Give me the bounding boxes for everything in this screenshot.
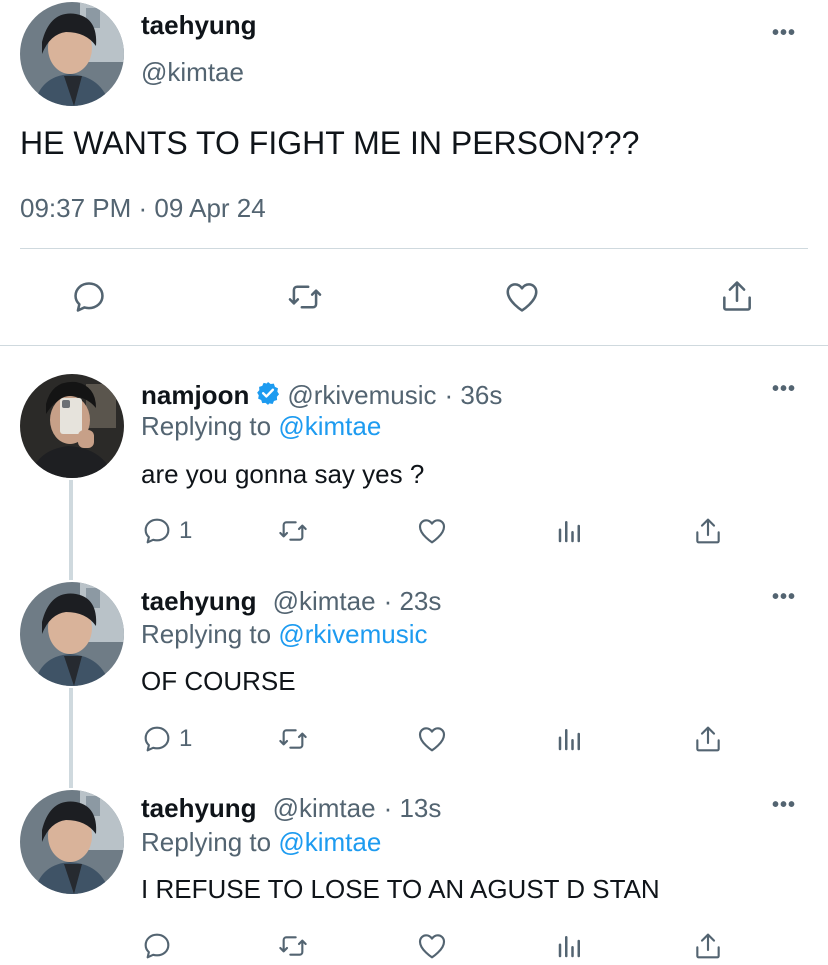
divider (20, 248, 808, 249)
replying-to-label: Replying to (141, 411, 272, 441)
heart-icon (418, 727, 446, 752)
replying-to-link[interactable]: @kimtae (278, 827, 381, 857)
retweet-button[interactable] (284, 278, 326, 316)
display-name[interactable]: namjoon (141, 380, 249, 411)
reply-button[interactable] (70, 278, 108, 316)
reply-button[interactable]: 1 (141, 723, 192, 755)
share-button[interactable] (692, 929, 724, 963)
avatar[interactable] (20, 2, 124, 106)
more-dots-icon[interactable]: ••• (772, 378, 796, 401)
retweet-button[interactable] (275, 723, 311, 755)
share-icon (696, 518, 720, 544)
heart-icon (418, 519, 446, 544)
replying-to-label: Replying to (141, 827, 272, 857)
share-button[interactable] (692, 514, 724, 548)
reply-time[interactable]: · 36s (445, 380, 503, 411)
retweet-icon (279, 521, 307, 541)
more-dots-icon[interactable]: ••• (772, 586, 796, 609)
retweet-icon (288, 285, 322, 309)
analytics-button[interactable] (555, 930, 585, 962)
reply-icon (144, 726, 170, 752)
retweet-icon (279, 729, 307, 749)
share-icon (696, 726, 720, 752)
display-name[interactable]: taehyung (141, 793, 257, 824)
retweet-icon (279, 936, 307, 956)
heart-icon (418, 934, 446, 959)
verified-badge-icon (255, 380, 281, 411)
reply-button[interactable]: 1 (141, 515, 192, 547)
reply-button[interactable] (141, 930, 173, 962)
analytics-icon (558, 936, 580, 958)
divider (0, 345, 828, 346)
retweet-button[interactable] (275, 930, 311, 962)
like-button[interactable] (501, 278, 543, 316)
more-dots-icon[interactable]: ••• (772, 22, 796, 45)
handle[interactable]: @kimtae (273, 586, 376, 617)
avatar[interactable] (20, 374, 124, 478)
share-button[interactable] (718, 276, 756, 316)
reply-icon (144, 933, 170, 959)
heart-icon (506, 283, 538, 312)
reply-text: OF COURSE (141, 666, 296, 696)
handle[interactable]: @rkivemusic (287, 380, 436, 411)
reply-text: I REFUSE TO LOSE TO AN AGUST D STAN (141, 874, 660, 904)
avatar[interactable] (20, 790, 124, 894)
analytics-button[interactable] (555, 515, 585, 547)
thread-line (69, 480, 73, 580)
tweet-timestamp[interactable]: 09:37 PM · 09 Apr 24 (20, 193, 266, 224)
analytics-icon (558, 729, 580, 751)
replying-to-link[interactable]: @kimtae (278, 411, 381, 441)
reply-count: 1 (179, 517, 193, 544)
reply-time[interactable]: · 13s (384, 793, 442, 824)
more-dots-icon[interactable]: ••• (772, 794, 796, 817)
reply-icon (144, 518, 170, 544)
share-icon (696, 933, 720, 959)
tweet-text: HE WANTS TO FIGHT ME IN PERSON??? (20, 125, 640, 161)
reply-icon (74, 282, 104, 312)
share-icon (723, 281, 751, 311)
replying-to-label: Replying to (141, 619, 272, 649)
display-name[interactable]: taehyung (141, 10, 257, 41)
analytics-icon (558, 521, 580, 543)
display-name[interactable]: taehyung (141, 586, 257, 617)
like-button[interactable] (415, 515, 449, 547)
handle[interactable]: @kimtae (273, 793, 376, 824)
reply-text: are you gonna say yes ? (141, 459, 425, 489)
handle[interactable]: @kimtae (141, 57, 244, 88)
thread-line (69, 688, 73, 788)
analytics-button[interactable] (555, 723, 585, 755)
retweet-button[interactable] (275, 515, 311, 547)
like-button[interactable] (415, 930, 449, 962)
share-button[interactable] (692, 722, 724, 756)
reply-time[interactable]: · 23s (384, 586, 442, 617)
like-button[interactable] (415, 723, 449, 755)
reply-count: 1 (179, 725, 193, 752)
replying-to-link[interactable]: @rkivemusic (278, 619, 427, 649)
avatar[interactable] (20, 582, 124, 686)
